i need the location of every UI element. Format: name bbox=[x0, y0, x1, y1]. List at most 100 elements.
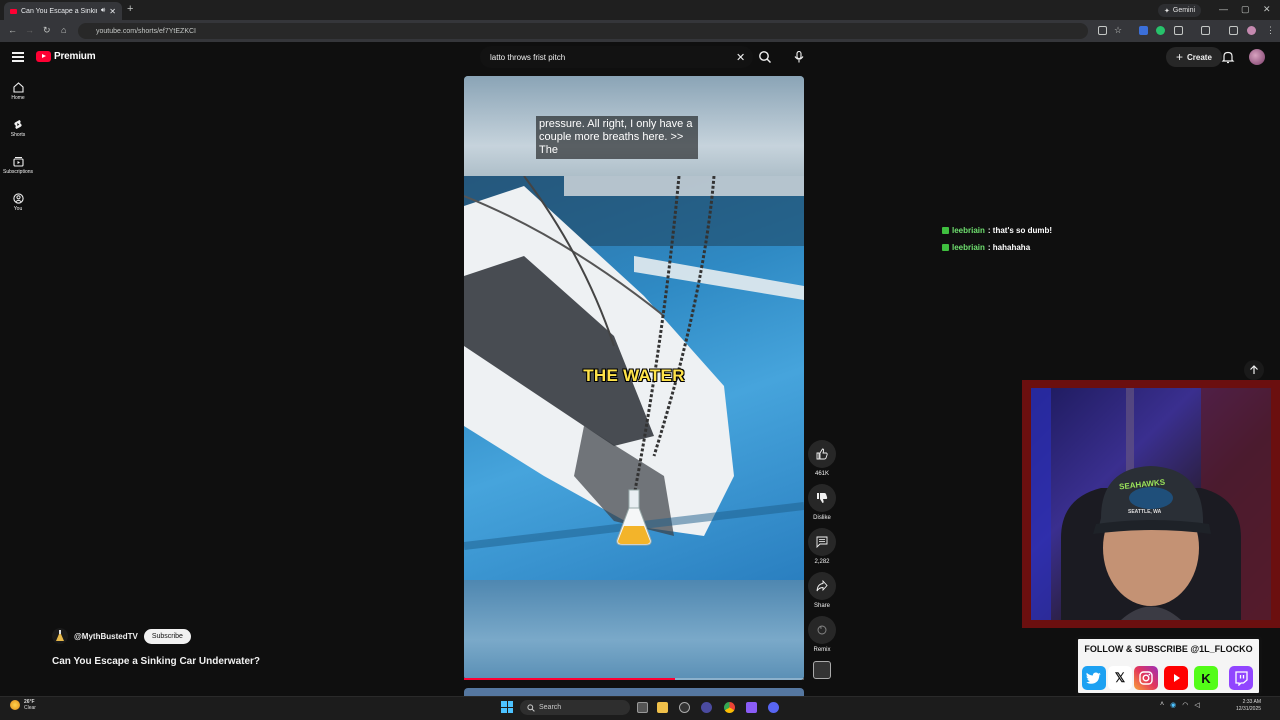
channel-handle[interactable]: @MythBustedTV bbox=[74, 632, 138, 641]
tab-close-icon[interactable]: ✕ bbox=[109, 7, 116, 16]
thumbs-up-icon bbox=[808, 440, 836, 468]
nav-item-shorts[interactable]: Shorts bbox=[0, 119, 36, 138]
like-count: 461K bbox=[814, 471, 829, 477]
video-caption: pressure. All right, I only have a coupl… bbox=[536, 116, 698, 159]
tray-app-icon[interactable]: ◉ bbox=[1170, 701, 1176, 709]
nav-item-home[interactable]: Home bbox=[0, 82, 36, 101]
nav-label-subscriptions: Subscriptions bbox=[2, 169, 33, 175]
maximize-button[interactable]: ▢ bbox=[1241, 4, 1250, 15]
search-input[interactable]: latto throws frist pitch bbox=[480, 46, 753, 68]
like-button[interactable]: 461K bbox=[808, 440, 836, 477]
webcam-feed: SEAHAWKS SEATTLE, WA bbox=[1031, 388, 1271, 620]
weather-desc: Clear bbox=[24, 705, 36, 711]
home-icon bbox=[12, 82, 24, 93]
nav-item-subscriptions[interactable]: Subscriptions bbox=[0, 156, 36, 175]
channel-row: @MythBustedTV Subscribe bbox=[52, 628, 191, 644]
app-icon[interactable] bbox=[701, 702, 712, 713]
youtube-icon bbox=[1164, 666, 1188, 690]
comment-icon bbox=[808, 528, 836, 556]
video-title[interactable]: Can You Escape a Sinking Car Underwater? bbox=[52, 656, 260, 667]
clear-search-icon[interactable]: ✕ bbox=[736, 51, 745, 64]
bookmark-star-icon[interactable]: ☆ bbox=[1114, 25, 1122, 36]
video-progress-bar[interactable] bbox=[464, 678, 804, 680]
speaker-icon[interactable]: 🔊︎ bbox=[101, 7, 105, 15]
extensions-puzzle-icon[interactable] bbox=[1174, 26, 1183, 35]
x-icon: 𝕏 bbox=[1108, 666, 1132, 690]
share-button[interactable]: Share bbox=[808, 572, 836, 609]
tray-chevron-icon[interactable]: ˄ bbox=[1160, 701, 1164, 709]
youtube-play-icon bbox=[36, 51, 51, 62]
clock-date: 12/31/2025 bbox=[1236, 706, 1262, 712]
forward-icon[interactable]: → bbox=[25, 25, 34, 35]
address-bar[interactable]: youtube.com/shorts/ef7YtEZKCI bbox=[78, 23, 1088, 39]
sound-thumbnail[interactable] bbox=[813, 661, 831, 679]
browser-menu-icon[interactable]: ⋮ bbox=[1266, 25, 1275, 36]
flask-emoji-icon bbox=[616, 489, 652, 546]
taskbar-search-label: Search bbox=[539, 704, 562, 711]
windows-start-icon[interactable] bbox=[501, 701, 513, 713]
follow-text: FOLLOW & SUBSCRIBE @1L_FLOCKO bbox=[1084, 644, 1253, 654]
minimize-button[interactable]: — bbox=[1219, 4, 1228, 14]
channel-avatar[interactable] bbox=[52, 628, 68, 644]
profile-icon[interactable] bbox=[1247, 26, 1256, 35]
gemini-button[interactable]: ✦ Gemini bbox=[1158, 4, 1202, 17]
video-overlay-text: THE WATER bbox=[583, 366, 685, 385]
youtube-premium-logo[interactable]: Premium bbox=[36, 51, 96, 62]
new-tab-button[interactable]: + bbox=[127, 3, 133, 15]
kick-icon: K bbox=[1194, 666, 1218, 690]
chrome-icon[interactable] bbox=[724, 702, 735, 713]
chat-badge-icon bbox=[942, 244, 949, 251]
microphone-icon[interactable] bbox=[790, 47, 808, 67]
nav-item-you[interactable]: You bbox=[0, 193, 36, 212]
file-explorer-icon[interactable] bbox=[657, 702, 668, 713]
progress-fill bbox=[464, 678, 675, 680]
close-window-button[interactable]: ✕ bbox=[1263, 4, 1271, 15]
sidebar-toggle-icon[interactable] bbox=[1201, 26, 1210, 35]
taskbar-search[interactable]: Search bbox=[520, 700, 630, 715]
comments-button[interactable]: 2,282 bbox=[808, 528, 836, 565]
shorts-icon bbox=[14, 120, 22, 129]
search-icon[interactable] bbox=[758, 50, 772, 64]
subscribe-button[interactable]: Subscribe bbox=[143, 628, 191, 644]
app-grid-icon[interactable] bbox=[746, 702, 757, 713]
install-app-icon[interactable] bbox=[1098, 26, 1107, 35]
wifi-icon[interactable]: ◠ bbox=[1182, 701, 1188, 709]
create-button[interactable]: + Create bbox=[1166, 47, 1222, 67]
browser-tab[interactable]: Can You Escape a Sinking C 🔊︎ ✕ bbox=[4, 2, 122, 20]
streamer-image bbox=[1031, 388, 1271, 620]
notifications-bell-icon[interactable] bbox=[1221, 50, 1235, 64]
app-icon[interactable] bbox=[679, 702, 690, 713]
next-short-preview[interactable] bbox=[464, 688, 804, 696]
reload-icon[interactable]: ↻ bbox=[43, 25, 51, 36]
downloads-icon[interactable] bbox=[1229, 26, 1238, 35]
comment-count: 2,282 bbox=[814, 559, 830, 565]
video-pool-frame: pressure. All right, I only have a coupl… bbox=[464, 116, 804, 580]
back-icon[interactable]: ← bbox=[8, 25, 17, 35]
dislike-button[interactable]: Dislike bbox=[808, 484, 836, 521]
volume-icon[interactable]: ◁ bbox=[1194, 701, 1199, 709]
video-bottom-frame bbox=[464, 580, 804, 680]
create-label: Create bbox=[1187, 52, 1212, 62]
account-avatar[interactable] bbox=[1249, 49, 1265, 65]
discord-icon[interactable] bbox=[768, 702, 779, 713]
chat-text: : hahahaha bbox=[987, 243, 1031, 252]
home-browser-icon[interactable]: ⌂ bbox=[61, 25, 66, 35]
chat-username: leebriain bbox=[952, 226, 985, 235]
shorts-video-player[interactable]: pressure. All right, I only have a coupl… bbox=[464, 76, 804, 680]
browser-tab-bar bbox=[0, 0, 1280, 20]
task-view-icon[interactable] bbox=[637, 702, 648, 713]
scroll-up-button[interactable] bbox=[1244, 360, 1264, 380]
system-tray[interactable]: ˄ ◉ ◠ ◁ bbox=[1160, 701, 1200, 709]
extension-icon[interactable] bbox=[1139, 26, 1148, 35]
share-icon bbox=[808, 572, 836, 600]
twitter-icon bbox=[1082, 666, 1106, 690]
you-icon bbox=[12, 193, 24, 204]
taskbar-clock[interactable]: 2:33 AM 12/31/2025 bbox=[1236, 699, 1261, 713]
remix-button[interactable]: Remix bbox=[808, 616, 836, 653]
remix-icon bbox=[808, 616, 836, 644]
nav-label-shorts: Shorts bbox=[10, 132, 26, 138]
extension-green-icon[interactable] bbox=[1156, 26, 1165, 35]
gemini-label: Gemini bbox=[1172, 7, 1196, 14]
weather-widget[interactable]: 26°F Clear bbox=[10, 699, 36, 711]
hamburger-menu-icon[interactable] bbox=[12, 52, 24, 62]
